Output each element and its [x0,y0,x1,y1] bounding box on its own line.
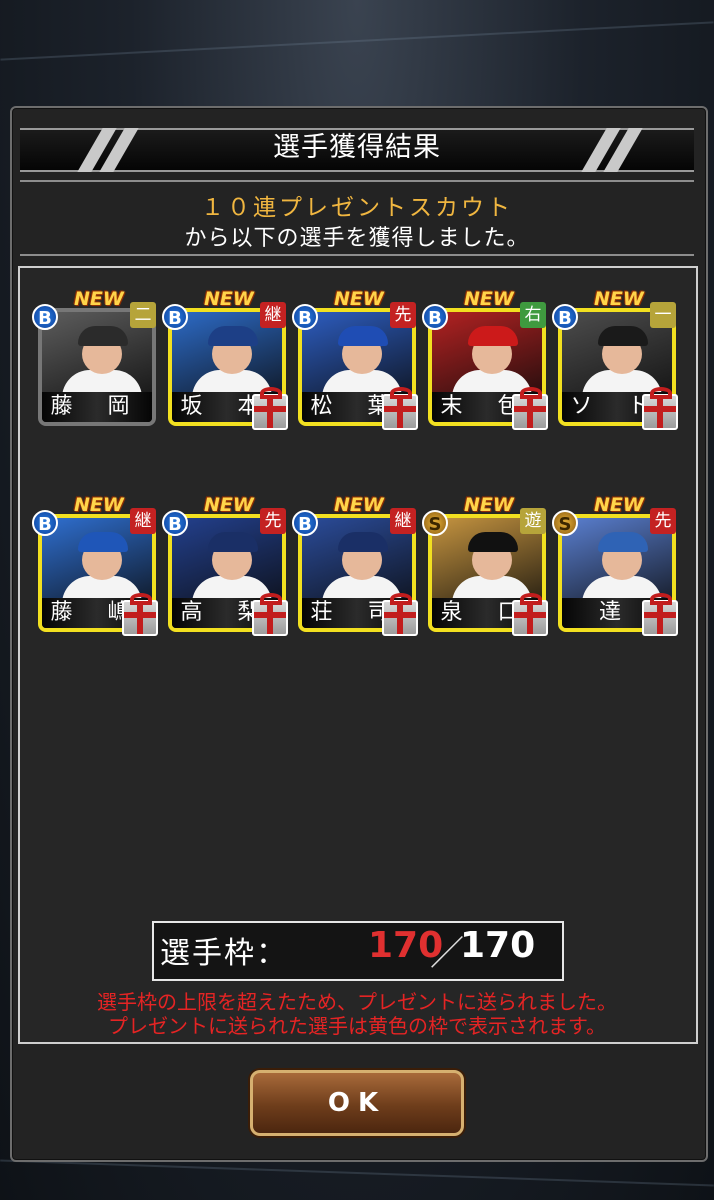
gift-icon [382,387,418,430]
new-badge: NEW [204,494,254,516]
player-cap [468,326,518,346]
gift-icon [252,387,288,430]
position-badge: 先 [650,508,676,534]
new-badge: NEW [74,288,124,310]
gift-icon [642,593,678,636]
result-description: から以下の選手を獲得しました。 [184,226,530,251]
divider [20,254,694,256]
rank-badge: B [292,510,318,536]
new-badge: NEW [204,288,254,310]
roster-label: 選手枠： [160,936,288,971]
new-badge: NEW [594,288,644,310]
position-badge: 先 [260,508,286,534]
scout-name: １０連プレゼントスカウト [201,195,513,221]
player-cap [338,532,388,552]
gift-bow [520,593,542,605]
position-badge: 先 [390,302,416,328]
gift-icon [122,593,158,636]
warning-message: プレゼントに送られた選手は黄色の枠で表示されます。 [108,1014,606,1038]
gift-bow [650,387,672,399]
player-cap [208,532,258,552]
background-line [0,1159,714,1187]
dialog-title: 選手獲得結果 [273,132,441,163]
rank-badge: B [162,510,188,536]
player-cap [468,532,518,552]
player-cap [598,326,648,346]
player-cap [598,532,648,552]
position-badge: 継 [390,508,416,534]
gift-bow [260,593,282,605]
player-cap [78,532,128,552]
gift-icon [512,387,548,430]
player-cap [338,326,388,346]
gift-bow [390,387,412,399]
rank-badge: S [422,510,448,536]
new-badge: NEW [334,288,384,310]
new-badge: NEW [594,494,644,516]
new-badge: NEW [464,288,514,310]
player-cap [78,326,128,346]
gift-icon [252,593,288,636]
new-badge: NEW [464,494,514,516]
roster-max: 170 [460,925,536,966]
rank-badge: B [552,304,578,330]
gift-bow [650,593,672,605]
position-badge: 一 [650,302,676,328]
gift-bow [260,387,282,399]
player-cap [208,326,258,346]
background-line [0,21,714,61]
position-badge: 遊 [520,508,546,534]
divider [20,180,694,182]
rank-badge: B [32,510,58,536]
position-badge: 継 [260,302,286,328]
position-badge: 二 [130,302,156,328]
position-badge: 右 [520,302,546,328]
rank-badge: S [552,510,578,536]
gift-bow [130,593,152,605]
gift-icon [642,387,678,430]
rank-badge: B [422,304,448,330]
gift-bow [520,387,542,399]
gift-icon [512,593,548,636]
gift-bow [390,593,412,605]
ok-button[interactable]: OK [250,1070,464,1136]
roster-separator: ／ [430,934,464,974]
player-name: 藤 岡 [42,392,152,422]
new-badge: NEW [334,494,384,516]
rank-badge: B [162,304,188,330]
rank-badge: B [32,304,58,330]
position-badge: 継 [130,508,156,534]
rank-badge: B [292,304,318,330]
gift-icon [382,593,418,636]
new-badge: NEW [74,494,124,516]
